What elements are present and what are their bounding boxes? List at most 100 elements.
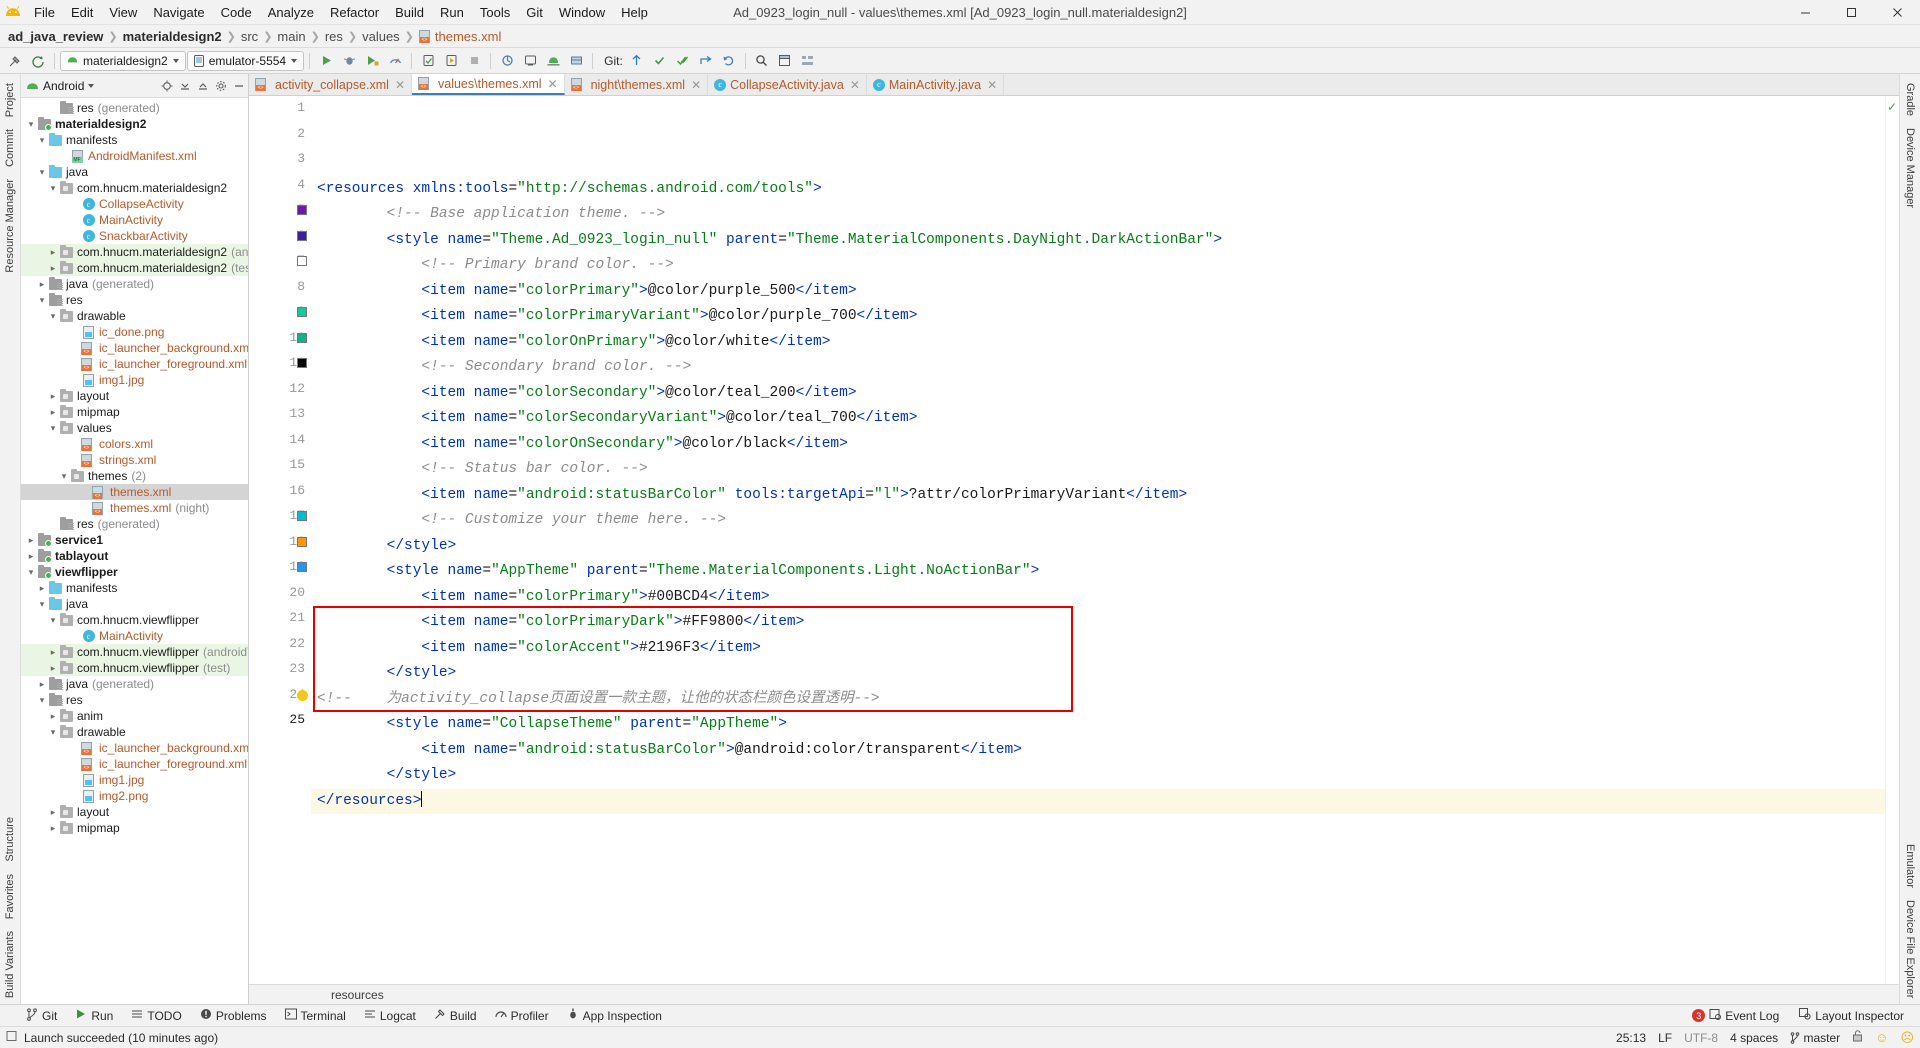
breadcrumb-item-module[interactable]: materialdesign2 [123, 29, 222, 44]
tree-node-img1-jpg[interactable]: img1.jpg [21, 372, 248, 388]
status-message[interactable]: Launch succeeded (10 minutes ago) [24, 1031, 218, 1045]
device-selector-dropdown[interactable]: emulator-5554 [186, 50, 305, 71]
code-line-9[interactable]: <item name="colorSecondary">@color/teal_… [311, 381, 1899, 407]
menu-git[interactable]: Git [518, 0, 551, 24]
chevron-right-icon[interactable]: ▸ [47, 663, 59, 674]
breadcrumb-item-src[interactable]: src [241, 29, 258, 44]
feedback-happy-icon[interactable]: ☺ [1875, 1030, 1888, 1045]
avd-manager-icon[interactable] [519, 50, 541, 72]
chevron-down-icon[interactable]: ▾ [36, 295, 48, 306]
sdk-tools-icon[interactable] [565, 50, 587, 72]
debug-icon[interactable] [338, 50, 360, 72]
gutter-line-11[interactable]: 11 [249, 355, 311, 381]
tool-window-device-manager[interactable]: Device Manager [1902, 122, 1918, 214]
gutter-line-23[interactable]: 23 [249, 661, 311, 687]
tree-node-layout[interactable]: ▸ layout [21, 804, 248, 820]
tree-node-ic-launcher-background-xml[interactable]: <> ic_launcher_background.xml [21, 740, 248, 756]
breadcrumb-item-res[interactable]: res [325, 29, 343, 44]
gutter-line-2[interactable]: 2 [249, 126, 311, 152]
gutter-line-25[interactable]: 25 [249, 712, 311, 738]
close-tab-icon[interactable]: ✕ [987, 78, 997, 92]
sdk-manager-icon[interactable] [542, 50, 564, 72]
code-line-11[interactable]: <item name="colorOnSecondary">@color/bla… [311, 432, 1899, 458]
read-write-lock-icon[interactable] [1852, 1030, 1863, 1045]
gutter-line-17[interactable]: 17 [249, 508, 311, 534]
hide-panel-icon[interactable] [230, 77, 248, 95]
undo-icon[interactable] [718, 50, 740, 72]
code-line-13[interactable]: <item name="android:statusBarColor" tool… [311, 483, 1899, 509]
tree-node-themes-xml[interactable]: <> themes.xml [21, 484, 248, 500]
code-line-23[interactable]: <item name="android:statusBarColor">@and… [311, 738, 1899, 764]
tree-node-ic-launcher-foreground-xml[interactable]: <>ic_launcher_foreground.xml(v24) [21, 356, 248, 372]
close-tab-icon[interactable]: ✕ [850, 78, 860, 92]
gutter-line-3[interactable]: 3▾ [249, 151, 320, 177]
code-line-7[interactable]: <item name="colorOnPrimary">@color/white… [311, 330, 1899, 356]
tree-node-res[interactable]: res (generated) [21, 516, 248, 532]
menu-file[interactable]: File [26, 0, 63, 24]
intention-bulb-icon[interactable] [297, 689, 308, 701]
profile-icon[interactable] [384, 50, 406, 72]
tree-node-com-hnucm-viewflipper[interactable]: ▸ com.hnucm.viewflipper(androidTes [21, 644, 248, 660]
menu-view[interactable]: View [101, 0, 145, 24]
chevron-down-icon[interactable]: ▾ [36, 167, 48, 178]
close-tab-icon[interactable]: ✕ [548, 77, 558, 91]
chevron-down-icon[interactable]: ▾ [36, 695, 48, 706]
tree-node-tablayout[interactable]: ▸ tablayout [21, 548, 248, 564]
menu-analyze[interactable]: Analyze [260, 0, 322, 24]
tree-node-java[interactable]: ▾ java [21, 164, 248, 180]
chevron-right-icon[interactable]: ▸ [25, 551, 37, 562]
git-push-icon[interactable] [672, 50, 694, 72]
chevron-right-icon[interactable]: ▸ [47, 647, 59, 658]
tree-node-com-hnucm-viewflipper[interactable]: ▸ com.hnucm.viewflipper (test) [21, 660, 248, 676]
chevron-right-icon[interactable]: ▸ [47, 711, 59, 722]
tree-node-layout[interactable]: ▸ layout [21, 388, 248, 404]
tree-node-snackbaractivity[interactable]: c SnackbarActivity [21, 228, 248, 244]
bottom-tool-profiler[interactable]: Profiler [487, 1006, 557, 1026]
bottom-tool-git[interactable]: Git [18, 1006, 65, 1026]
code-editor[interactable]: <resources xmlns:tools="http://schemas.a… [311, 96, 1899, 984]
menu-window[interactable]: Window [551, 0, 613, 24]
project-tree[interactable]: res (generated) ▾ materialdesign2 ▾ manifests… [21, 98, 248, 1004]
menu-tools[interactable]: Tools [472, 0, 518, 24]
tree-node-img1-jpg[interactable]: img1.jpg [21, 772, 248, 788]
gear-icon[interactable] [212, 77, 230, 95]
breadcrumb-item-values[interactable]: values [362, 29, 400, 44]
gutter-line-20[interactable]: 20 [249, 585, 311, 611]
chevron-right-icon[interactable]: ▸ [47, 407, 59, 418]
code-line-17[interactable]: <item name="colorPrimary">#00BCD4</item> [311, 585, 1899, 611]
gutter-line-19[interactable]: 19 [249, 559, 311, 585]
chevron-down-icon[interactable]: ▾ [25, 567, 37, 578]
gutter-line-6[interactable]: 6 [249, 228, 311, 254]
tree-node-manifests[interactable]: ▾ manifests [21, 132, 248, 148]
project-structure-icon[interactable] [797, 50, 819, 72]
menu-edit[interactable]: Edit [63, 0, 101, 24]
code-line-19[interactable]: <item name="colorAccent">#2196F3</item> [311, 636, 1899, 662]
editor-tab-values-themes-xml[interactable]: <> values\themes.xml ✕ [412, 74, 565, 95]
tree-node-java[interactable]: ▸ java (generated) [21, 276, 248, 292]
minimize-button[interactable] [1782, 0, 1828, 24]
tree-node-com-hnucm-viewflipper[interactable]: ▾ com.hnucm.viewflipper [21, 612, 248, 628]
editor-gutter[interactable]: 1▾23▾45678910111213141516▾171819202122▾2… [249, 96, 320, 984]
chevron-right-icon[interactable]: ▸ [47, 391, 59, 402]
tool-window-device-file-explorer[interactable]: Device File Explorer [1902, 894, 1918, 1004]
expand-all-icon[interactable] [194, 77, 212, 95]
tool-window-commit[interactable]: Commit [2, 123, 18, 173]
gutter-line-14[interactable]: 14 [249, 432, 311, 458]
maximize-button[interactable] [1828, 0, 1874, 24]
chevron-right-icon[interactable]: ▸ [47, 823, 59, 834]
editor-tab-mainactivity-java[interactable]: c MainActivity.java ✕ [866, 74, 1005, 95]
tree-node-ic-done-png[interactable]: ic_done.png [21, 324, 248, 340]
gutter-line-15[interactable]: 15 [249, 457, 311, 483]
tree-node-drawable[interactable]: ▾ drawable [21, 724, 248, 740]
build-hammer-icon[interactable] [4, 50, 26, 72]
close-button[interactable] [1874, 0, 1920, 24]
editor-tab-night-themes-xml[interactable]: <> night\themes.xml ✕ [564, 74, 709, 95]
status-encoding[interactable]: UTF-8 [1684, 1031, 1718, 1045]
gutter-line-18[interactable]: 18 [249, 534, 311, 560]
code-line-10[interactable]: <item name="colorSecondaryVariant">@colo… [311, 406, 1899, 432]
git-commit-icon[interactable] [649, 50, 671, 72]
code-line-14[interactable]: <!-- Customize your theme here. --> [311, 508, 1899, 534]
chevron-down-icon[interactable]: ▾ [47, 183, 59, 194]
bottom-tool-logcat[interactable]: Logcat [356, 1006, 424, 1026]
sync-gradle-icon[interactable] [496, 50, 518, 72]
